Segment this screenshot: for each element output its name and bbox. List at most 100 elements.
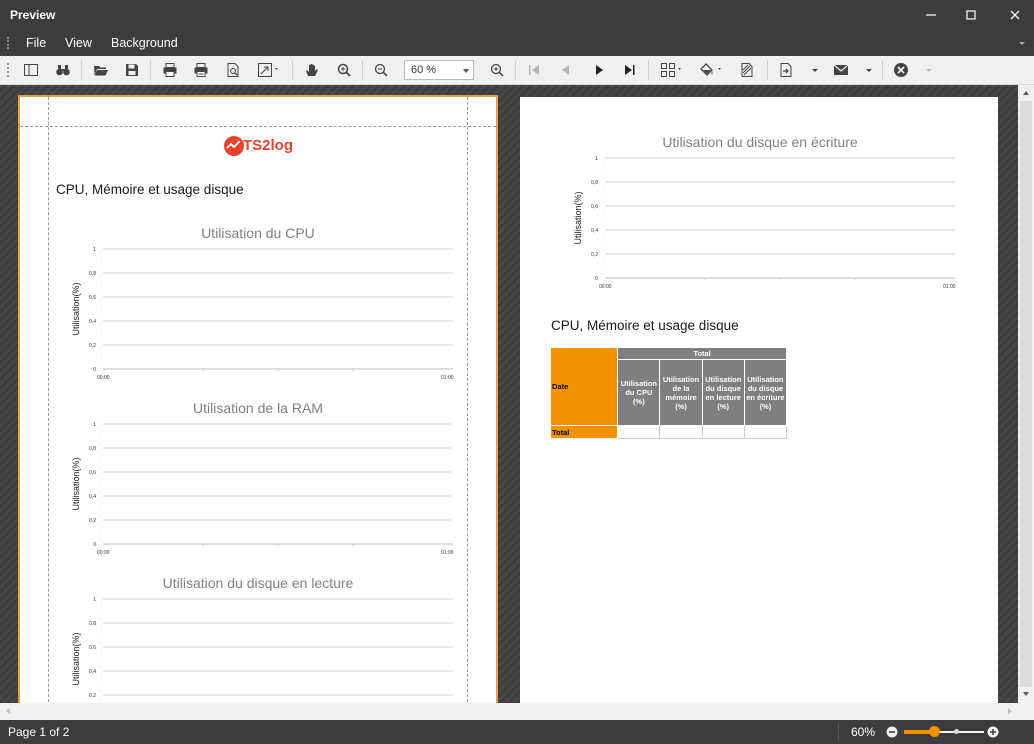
y-axis-dot: [100, 274, 102, 276]
horizontal-scrollbar[interactable]: [0, 703, 1034, 720]
scroll-up-icon[interactable]: [1022, 89, 1030, 97]
y-axis-dot: [100, 612, 102, 614]
page-setup-button[interactable]: [221, 59, 245, 81]
x-tick-label: 01:00: [441, 550, 454, 556]
export-dropdown-button[interactable]: [803, 59, 827, 81]
x-tick-label: 00:00: [599, 284, 612, 290]
y-axis-dot: [100, 346, 102, 348]
y-axis-dot: [602, 255, 604, 257]
email-icon: [833, 64, 849, 75]
menu-file[interactable]: File: [26, 36, 46, 50]
scale-button[interactable]: [253, 59, 283, 81]
save-icon: [126, 64, 138, 76]
x-tick-label: 01:00: [943, 284, 956, 290]
title-bar: Preview: [0, 0, 1034, 30]
status-bar: Page 1 of 2 60%: [0, 720, 1034, 744]
y-tick-label: 0,6: [89, 470, 96, 476]
document-map-button[interactable]: [19, 59, 43, 81]
magnifier-button[interactable]: [332, 59, 356, 81]
menu-background[interactable]: Background: [111, 36, 178, 50]
y-axis-dot: [100, 431, 102, 433]
y-axis-dot: [100, 292, 102, 294]
menu-overflow-icon[interactable]: [1018, 39, 1026, 47]
chart-title-ram: Utilisation de la RAM: [193, 400, 323, 416]
close-window-button[interactable]: [992, 0, 1034, 30]
margin-guide-top: [20, 126, 496, 127]
zoom-slider-default-tick: [954, 729, 959, 734]
previous-page-button[interactable]: [554, 59, 578, 81]
y-axis-dot: [100, 606, 102, 608]
hand-tool-button[interactable]: [300, 59, 324, 81]
send-dropdown-button[interactable]: [857, 59, 881, 81]
search-button[interactable]: [51, 59, 75, 81]
print-button[interactable]: [158, 59, 182, 81]
watermark-button[interactable]: [735, 59, 759, 81]
y-axis-dot: [100, 443, 102, 445]
zoom-combobox-value: 60 %: [411, 64, 437, 76]
zoom-out-small-icon[interactable]: [886, 726, 898, 738]
column-header-disk-read: Utilisation du disque en lecture (%): [701, 359, 745, 426]
scale-icon: [258, 63, 278, 77]
report-title: CPU, Mémoire et usage disque: [56, 182, 244, 197]
document-viewer[interactable]: TS2log CPU, Mémoire et usage disque Util…: [0, 85, 1018, 703]
y-axis-dot: [602, 165, 604, 167]
y-tick-label: 0,8: [89, 621, 96, 627]
next-page-button[interactable]: [587, 59, 611, 81]
y-tick-label: 1: [93, 597, 96, 603]
zoom-combobox[interactable]: 60 %: [404, 60, 474, 80]
date-header: Date: [549, 347, 619, 426]
total-cell-disk-read: [701, 425, 745, 439]
total-cell-cpu: [617, 425, 661, 439]
scroll-left-icon[interactable]: [4, 707, 12, 715]
y-axis-dot: [100, 672, 102, 674]
quick-print-button[interactable]: [189, 59, 213, 81]
zoom-in-small-icon[interactable]: [987, 726, 999, 738]
y-axis-dot: [602, 261, 604, 263]
scroll-right-icon[interactable]: [1006, 707, 1014, 715]
cpu-chart: 0 0,2 0,4 0,6 0,8 1 00:00 01:00 Utilisation(%): [71, 247, 454, 381]
window-title: Preview: [10, 8, 56, 22]
chevron-down-icon: [926, 69, 932, 72]
close-dropdown-button[interactable]: [917, 59, 941, 81]
send-email-button[interactable]: [829, 59, 853, 81]
logo-chart-icon: [224, 136, 244, 156]
open-button[interactable]: [89, 59, 113, 81]
last-page-button[interactable]: [618, 59, 642, 81]
column-header-cpu: Utilisation du CPU (%): [617, 359, 661, 426]
y-axis-dot: [100, 425, 102, 427]
y-tick-label: 0,2: [89, 343, 96, 349]
maximize-button[interactable]: [948, 0, 994, 30]
export-button[interactable]: [774, 59, 798, 81]
logo-text: TS2log: [243, 137, 294, 154]
vertical-scrollbar[interactable]: [1018, 85, 1034, 703]
y-tick-label: 0: [93, 367, 96, 373]
scroll-down-icon[interactable]: [1022, 690, 1030, 698]
zoom-out-icon: [374, 63, 388, 77]
vertical-scrollbar-thumb[interactable]: [1020, 101, 1032, 687]
y-axis-dot: [100, 642, 102, 644]
menu-grip[interactable]: [7, 37, 9, 49]
chart-title-disk-read: Utilisation du disque en lecture: [162, 575, 354, 591]
zoom-in-button[interactable]: [485, 59, 509, 81]
zoom-slider-thumb[interactable]: [928, 726, 940, 737]
zoom-out-button[interactable]: [369, 59, 393, 81]
y-axis-dot: [602, 201, 604, 203]
menu-view[interactable]: View: [65, 36, 92, 50]
close-preview-button[interactable]: [889, 59, 913, 81]
y-axis-dot: [100, 268, 102, 270]
last-page-icon: [625, 65, 635, 75]
y-axis-dot: [100, 298, 102, 300]
y-axis-dot: [100, 666, 102, 668]
chevron-down-icon[interactable]: [463, 69, 469, 73]
multiple-pages-button[interactable]: [656, 59, 686, 81]
first-page-button[interactable]: [522, 59, 546, 81]
page-color-button[interactable]: [696, 59, 726, 81]
summary-table: Date Total Utilisation du CPU (%) Utilis…: [549, 347, 788, 439]
y-axis-dot: [100, 636, 102, 638]
y-axis-dot: [100, 533, 102, 535]
y-tick-label: 0,8: [89, 271, 96, 277]
save-button[interactable]: [120, 59, 144, 81]
next-page-icon: [596, 65, 603, 75]
toolbar-grip[interactable]: [7, 63, 9, 77]
y-tick-label: 0,2: [89, 693, 96, 699]
